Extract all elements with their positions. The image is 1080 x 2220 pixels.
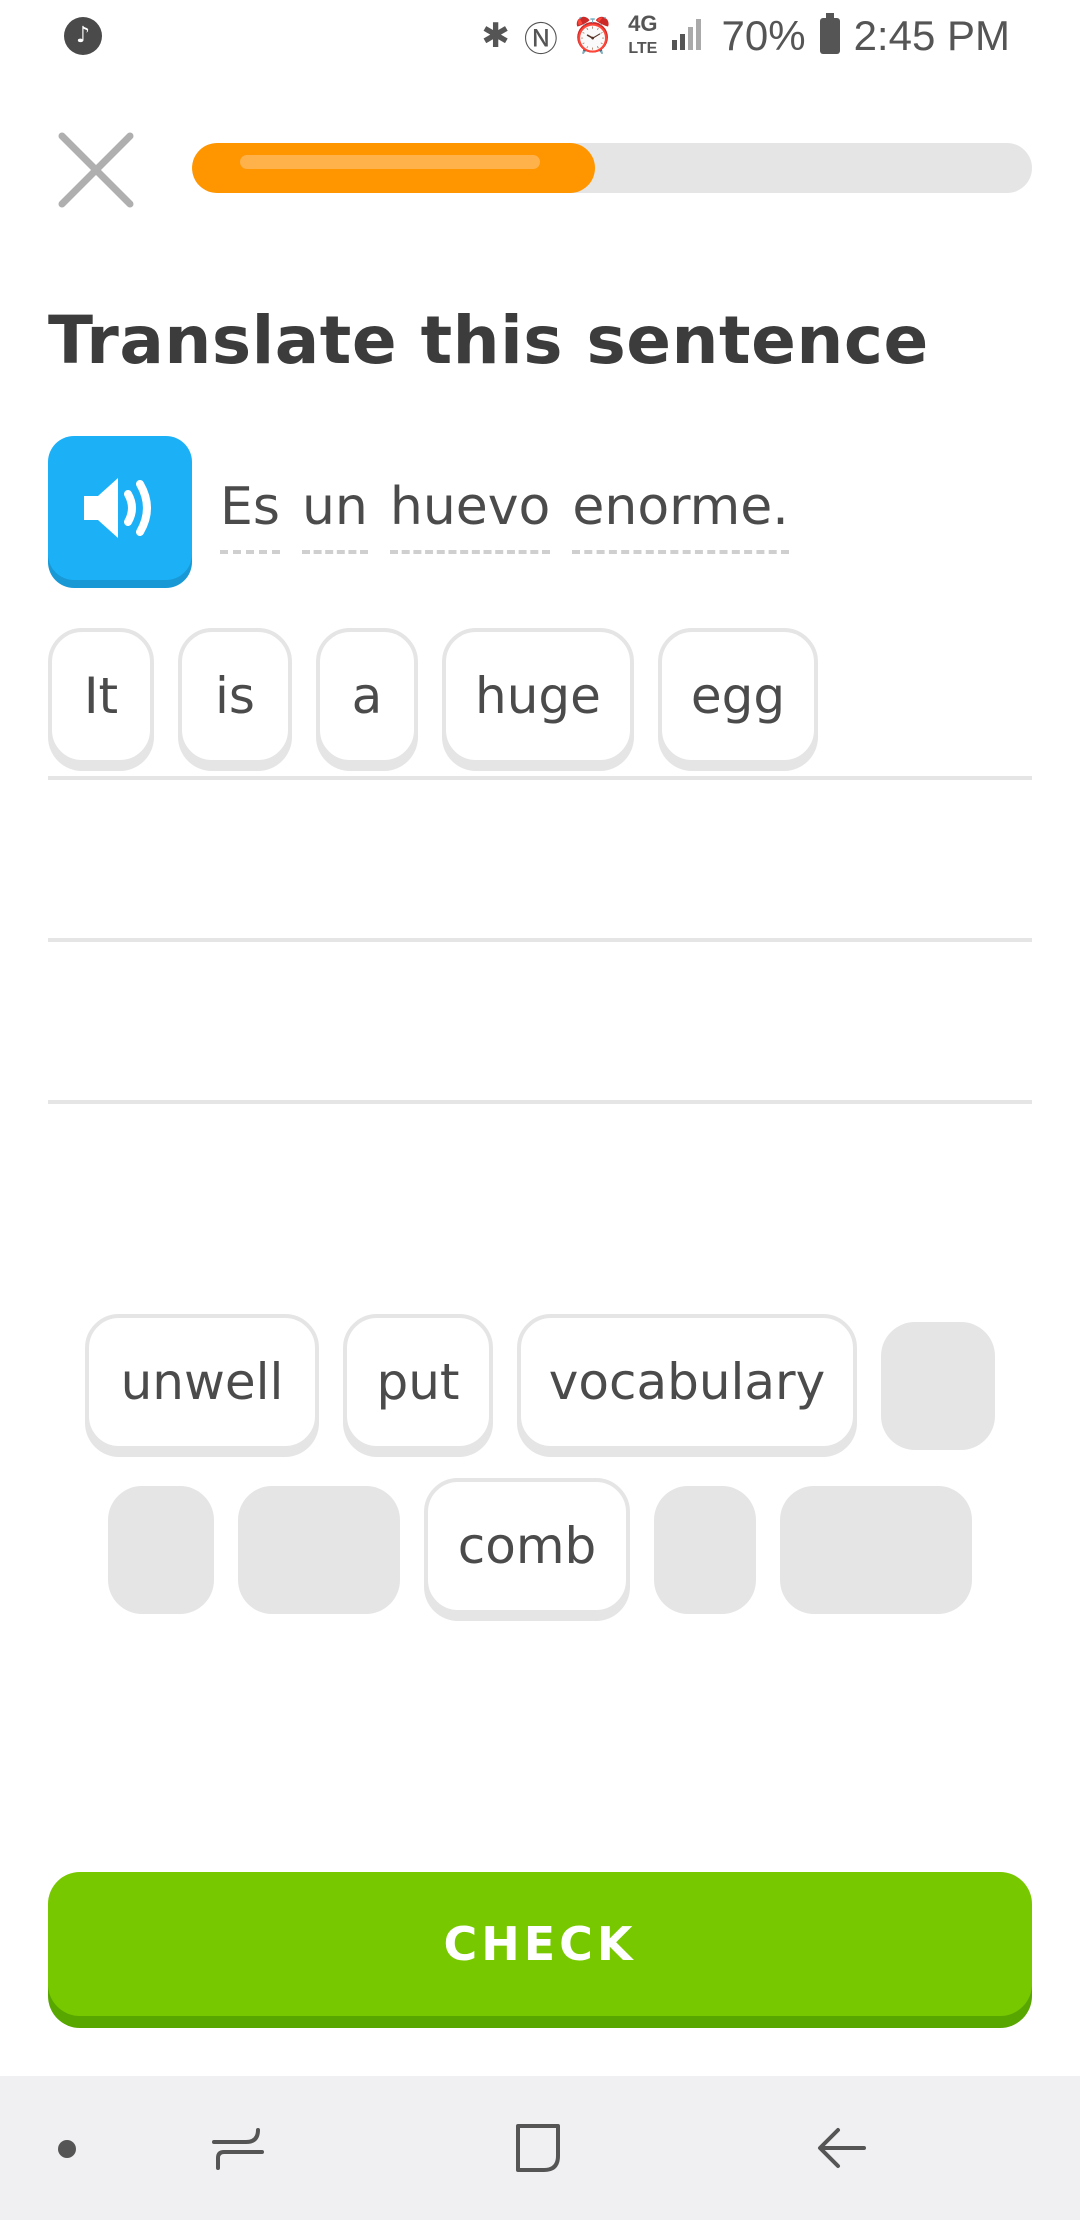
answer-tile[interactable]: is [178, 628, 292, 764]
speaker-icon [84, 478, 151, 538]
word-bank-row: comb [0, 1478, 1080, 1614]
used-word-slot [108, 1486, 214, 1614]
word-bank-tile[interactable]: vocabulary [517, 1314, 857, 1450]
word-bank-tile[interactable]: comb [424, 1478, 630, 1614]
source-word[interactable]: un [301, 472, 368, 554]
battery-percent: 70% [721, 12, 806, 59]
answer-tile[interactable]: It [48, 628, 154, 764]
word-bank-tile[interactable]: unwell [85, 1314, 319, 1450]
used-word-slot [881, 1322, 995, 1450]
progress-highlight [240, 155, 540, 169]
network-type: 4G LTE [628, 10, 658, 57]
status-bar: ♪ ✱ Ⓝ ⏰ 4G LTE 70% 2:45 PM [0, 0, 1080, 72]
source-word[interactable]: Es [220, 472, 280, 554]
recent-apps-icon[interactable] [208, 2118, 268, 2178]
home-icon[interactable] [508, 2118, 568, 2178]
close-icon [58, 132, 134, 208]
music-note-icon: ♪ [64, 17, 102, 55]
word-bank-tile[interactable]: put [343, 1314, 493, 1450]
answer-tiles: It is a huge egg [48, 628, 818, 764]
check-button[interactable]: CHECK [48, 1872, 1032, 2016]
nav-dot-icon[interactable] [58, 2140, 76, 2158]
battery-icon [819, 13, 840, 54]
play-audio-button[interactable] [48, 436, 192, 580]
close-button[interactable] [56, 130, 136, 210]
source-word[interactable]: enorme. [572, 472, 789, 554]
answer-line [48, 776, 1032, 780]
answer-tile[interactable]: egg [658, 628, 818, 764]
prompt-title: Translate this sentence [48, 302, 929, 379]
system-nav-bar [0, 2076, 1080, 2220]
answer-line [48, 938, 1032, 942]
word-bank-row: unwell put vocabulary [0, 1314, 1080, 1450]
answer-tile[interactable]: huge [442, 628, 634, 764]
answer-line [48, 1100, 1032, 1104]
lesson-progress-bar [192, 143, 1032, 193]
used-word-slot [780, 1486, 972, 1614]
used-word-slot [238, 1486, 400, 1614]
back-icon[interactable] [812, 2118, 872, 2178]
clock: 2:45 PM [853, 12, 1010, 59]
status-icons: ✱ Ⓝ ⏰ 4G LTE 70% 2:45 PM [481, 12, 1010, 60]
signal-icon [671, 12, 708, 60]
source-word[interactable]: huevo [389, 472, 551, 554]
source-sentence: Es un huevo enorme. [220, 472, 789, 554]
bluetooth-icon: ✱ [481, 17, 510, 55]
alarm-icon: ⏰ [571, 17, 615, 55]
answer-tile[interactable]: a [316, 628, 418, 764]
nfc-icon: Ⓝ [523, 20, 558, 59]
used-word-slot [654, 1486, 756, 1614]
